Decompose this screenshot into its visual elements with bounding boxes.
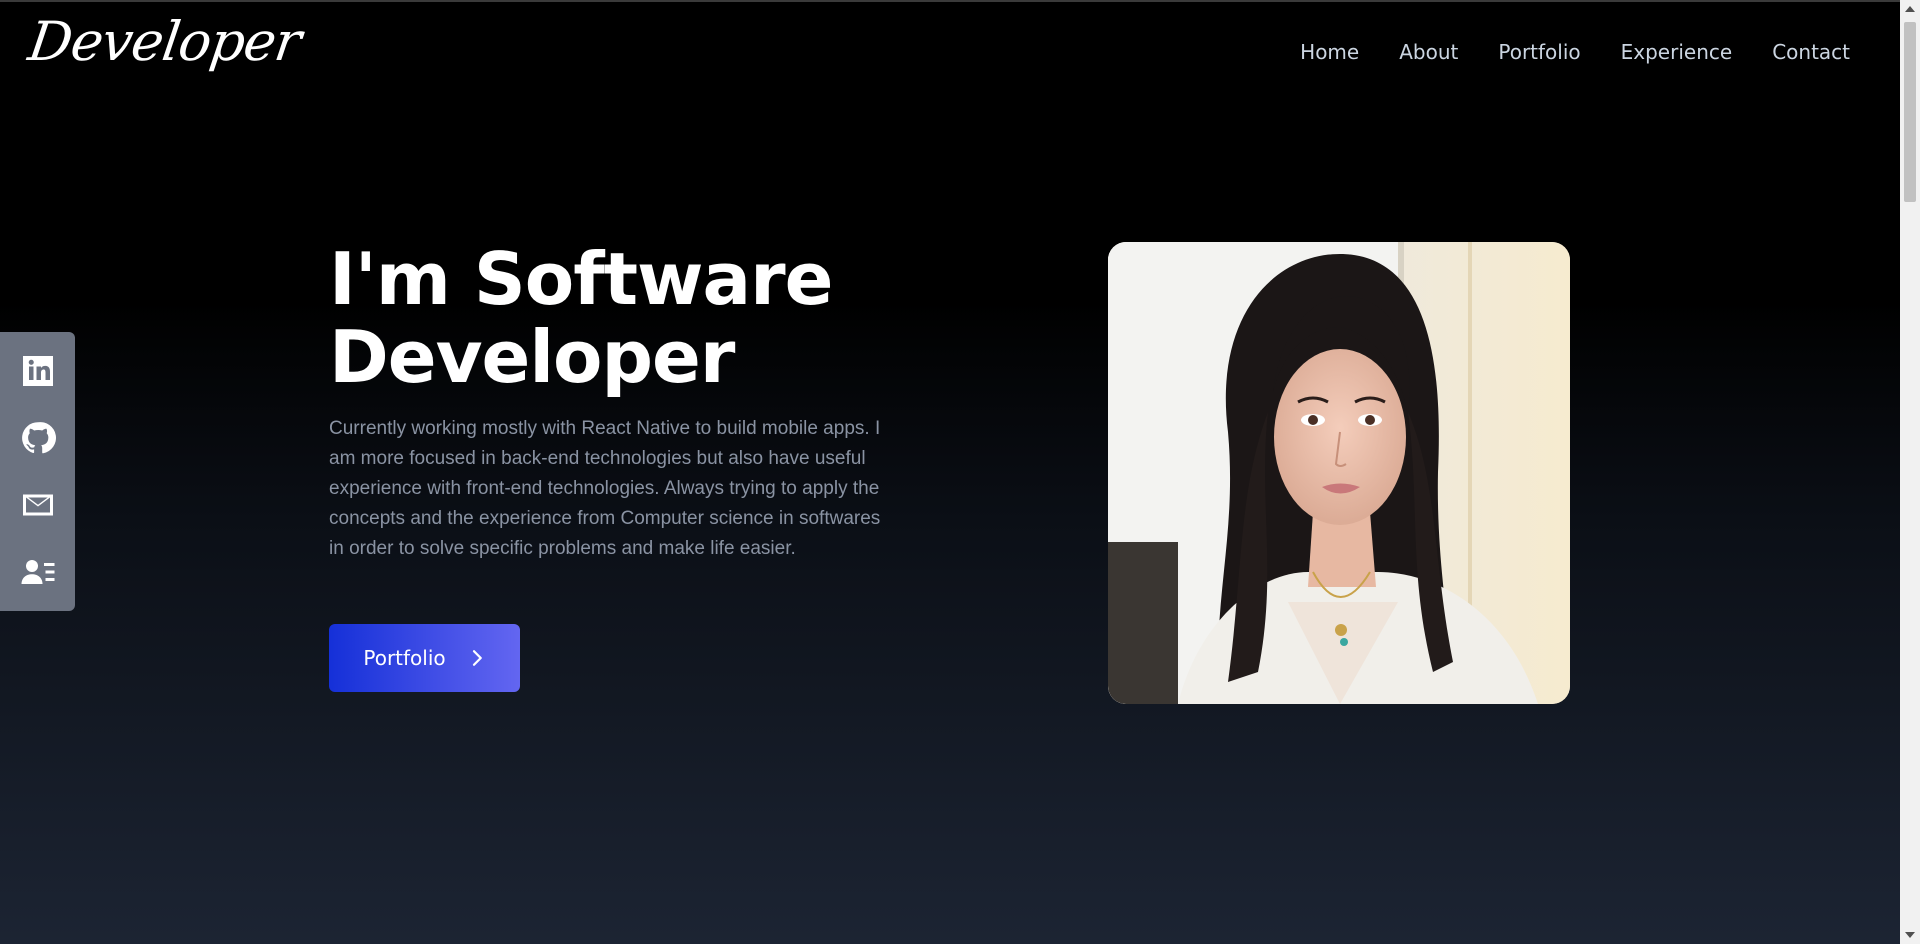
scroll-up-arrow-icon[interactable] <box>1905 6 1915 12</box>
main-nav: Home About Portfolio Experience Contact <box>1300 38 1850 66</box>
hero-title: I'm Software Developer <box>329 240 889 396</box>
nav-about[interactable]: About <box>1399 38 1458 66</box>
scrollbar-thumb[interactable] <box>1904 22 1916 202</box>
profile-photo-illustration <box>1108 242 1570 704</box>
nav-experience[interactable]: Experience <box>1621 38 1733 66</box>
social-links-sidebar <box>0 332 75 611</box>
scroll-down-arrow-icon[interactable] <box>1905 932 1915 938</box>
hero-description: Currently working mostly with React Nati… <box>329 418 881 559</box>
email-link[interactable] <box>17 484 59 526</box>
nav-home[interactable]: Home <box>1300 38 1359 66</box>
site-logo[interactable]: Developer <box>24 10 305 75</box>
mail-icon <box>22 494 53 516</box>
nav-contact[interactable]: Contact <box>1772 38 1850 66</box>
profile-photo <box>1108 242 1570 704</box>
linkedin-link[interactable] <box>17 350 59 392</box>
github-link[interactable] <box>17 417 59 459</box>
portfolio-button-label: Portfolio <box>363 646 446 670</box>
resume-link[interactable] <box>17 551 59 593</box>
portfolio-button[interactable]: Portfolio <box>329 624 520 692</box>
resume-icon <box>21 559 54 584</box>
hero-title-line-1: I'm Software <box>329 237 833 321</box>
linkedin-icon <box>22 356 53 387</box>
hero-title-line-2: Developer <box>329 315 735 399</box>
window-top-border <box>0 0 1920 2</box>
github-icon <box>21 422 56 454</box>
nav-portfolio[interactable]: Portfolio <box>1498 38 1580 66</box>
chevron-right-icon <box>472 650 482 666</box>
vertical-scrollbar[interactable] <box>1900 0 1920 944</box>
